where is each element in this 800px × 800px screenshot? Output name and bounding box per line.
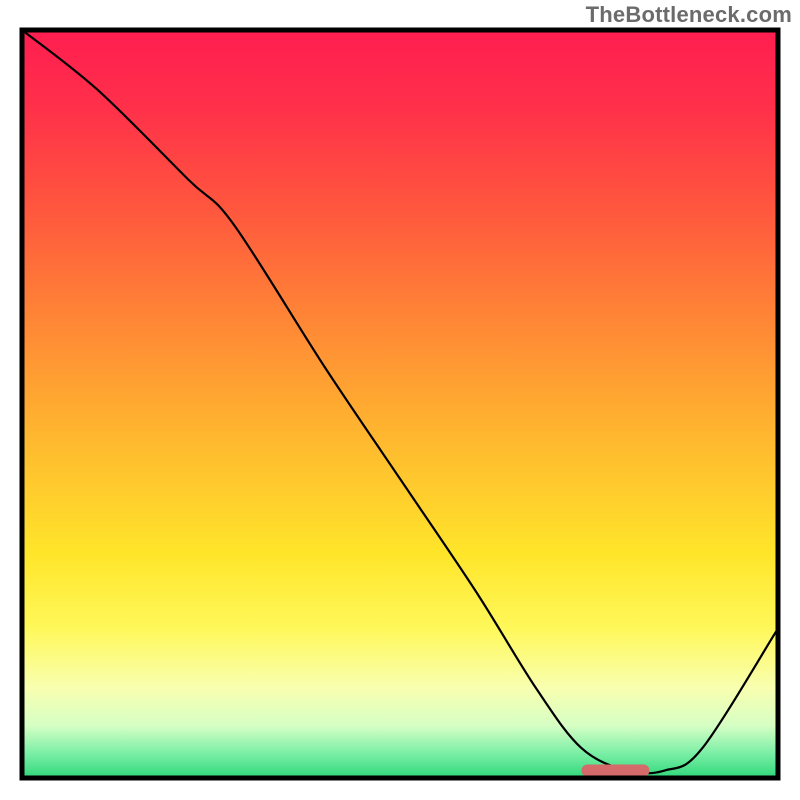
chart-svg	[0, 0, 800, 800]
watermark-text: TheBottleneck.com	[586, 2, 792, 28]
plot-background	[22, 30, 778, 778]
optimal-range-marker	[581, 765, 649, 777]
chart-frame: TheBottleneck.com	[0, 0, 800, 800]
